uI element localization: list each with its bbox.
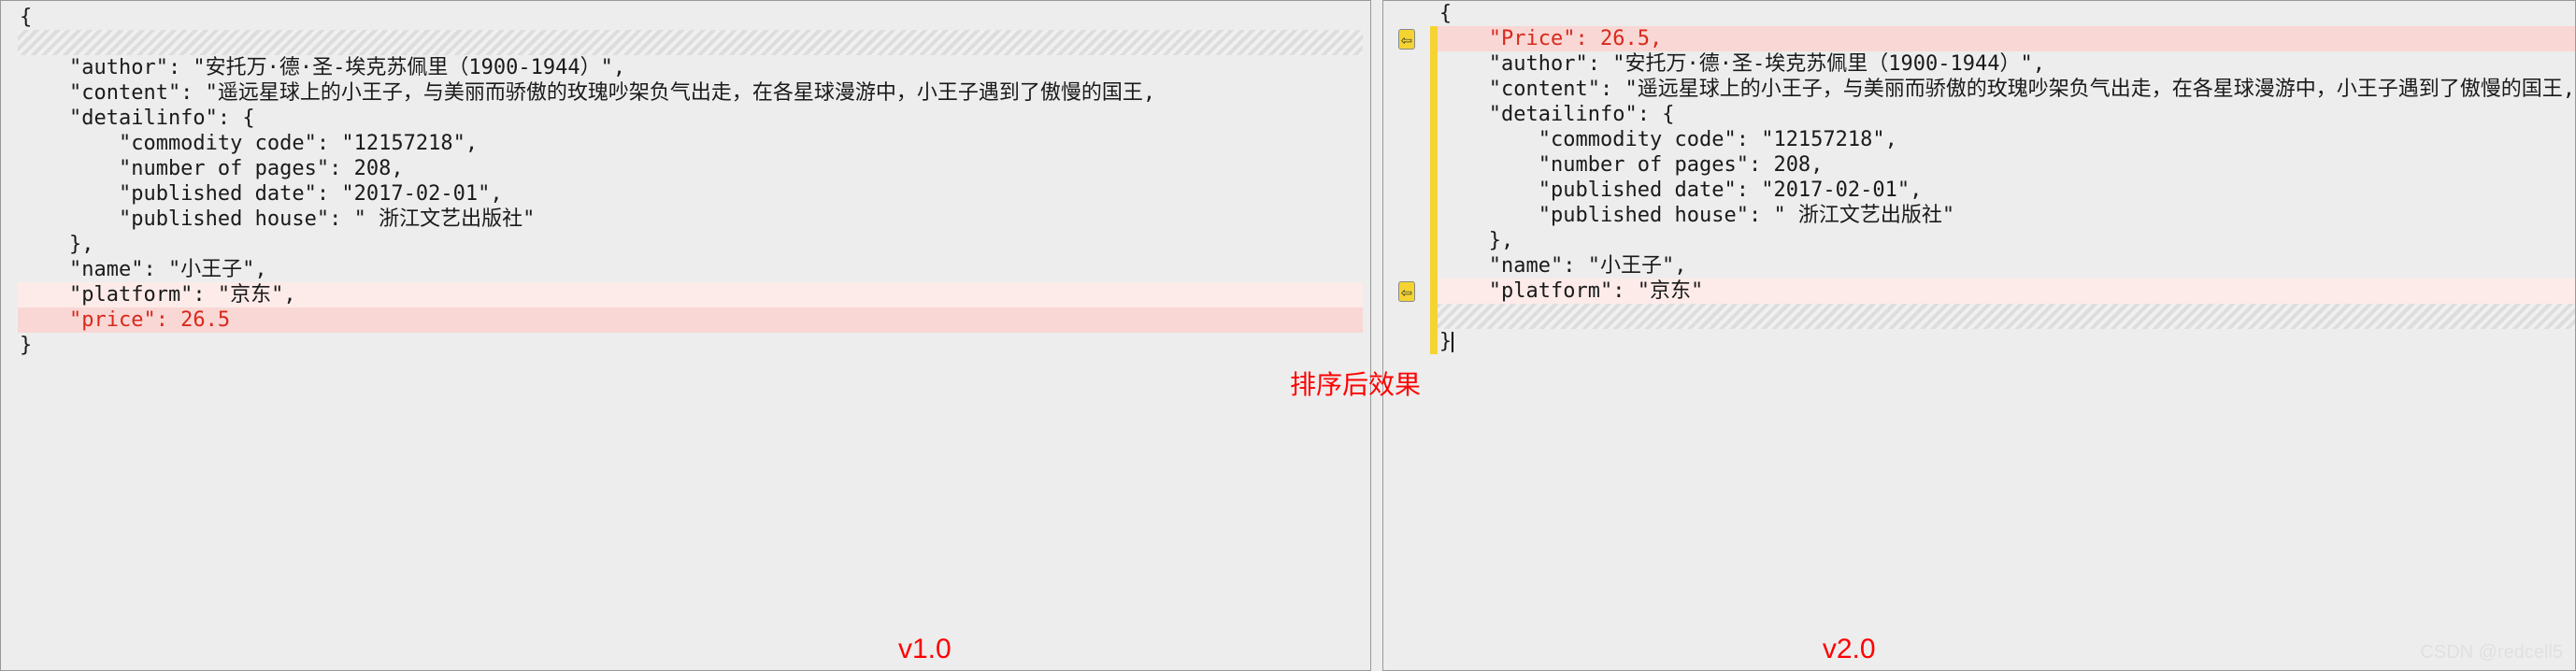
gutter [1383,329,1430,354]
right-code-area[interactable]: {⇦ "Price": 26.5, "author": "安托万·德·圣-埃克苏… [1383,1,2575,354]
left-pane: { "author": "安托万·德·圣-埃克苏佩里（1900-1944）", … [0,0,1371,671]
code-line[interactable]: "published date": "2017-02-01", [1383,178,2575,203]
code-line[interactable] [18,30,1363,55]
code-text: "price": 26.5 [18,307,1363,333]
change-bar [1430,152,1438,178]
code-line[interactable]: ⇦ "platform": "京东" [1383,278,2575,304]
caption-label: 排序后效果 [1290,364,1421,402]
change-bar [1430,329,1438,354]
code-line[interactable]: "commodity code": "12157218", [1383,127,2575,152]
gutter [1383,253,1430,278]
change-bar [1430,304,1438,329]
diff-container: { "author": "安托万·德·圣-埃克苏佩里（1900-1944）", … [0,0,2576,671]
change-bar [1430,228,1438,253]
code-text: "name": "小王子", [18,257,1363,282]
code-text: "published house": " 浙江文艺出版社" [1438,203,2575,228]
code-text: "detailinfo": { [18,106,1363,131]
code-text: }, [1438,228,2575,253]
code-text: "commodity code": "12157218", [18,131,1363,156]
code-text: { [1438,1,2575,26]
code-text: "detailinfo": { [1438,102,2575,127]
code-text: "author": "安托万·德·圣-埃克苏佩里（1900-1944）", [1438,51,2575,77]
code-text: "name": "小王子", [1438,253,2575,278]
gutter [1383,1,1430,26]
code-line[interactable]: "published house": " 浙江文艺出版社" [1383,203,2575,228]
code-text [1438,304,2575,329]
change-bar [1430,51,1438,77]
gutter [1383,102,1430,127]
change-bar [1430,278,1438,304]
code-line[interactable] [1383,304,2575,329]
code-text [18,30,1363,55]
code-text: } [1438,329,2575,354]
gutter [1383,51,1430,77]
arrow-left-icon[interactable]: ⇦ [1398,29,1415,50]
code-text: "published house": " 浙江文艺出版社" [18,207,1363,232]
code-text: "number of pages": 208, [18,156,1363,181]
gutter [1383,203,1430,228]
code-line[interactable]: "author": "安托万·德·圣-埃克苏佩里（1900-1944）", [18,55,1363,80]
code-text: "author": "安托万·德·圣-埃克苏佩里（1900-1944）", [18,55,1363,80]
code-line[interactable]: } [1383,329,2575,354]
left-version-label: v1.0 [898,634,952,665]
code-text: "commodity code": "12157218", [1438,127,2575,152]
change-bar [1430,26,1438,51]
code-line[interactable]: "detailinfo": { [1383,102,2575,127]
code-line[interactable]: { [18,5,1363,30]
gutter [1383,228,1430,253]
code-line[interactable]: "commodity code": "12157218", [18,131,1363,156]
change-bar [1430,77,1438,102]
code-text: "content": "遥远星球上的小王子，与美丽而骄傲的玫瑰吵架负气出走，在各… [1438,77,2575,102]
code-line[interactable]: }, [18,232,1363,257]
code-text: }, [18,232,1363,257]
gutter: ⇦ [1383,26,1430,51]
change-bar [1430,1,1438,26]
code-text: "number of pages": 208, [1438,152,2575,178]
code-text: } [18,333,1363,358]
change-bar [1430,253,1438,278]
code-line[interactable]: } [18,333,1363,358]
code-line[interactable]: "published date": "2017-02-01", [18,181,1363,207]
code-text: "content": "遥远星球上的小王子，与美丽而骄傲的玫瑰吵架负气出走，在各… [18,80,1363,106]
code-line[interactable]: "name": "小王子", [1383,253,2575,278]
left-code-area[interactable]: { "author": "安托万·德·圣-埃克苏佩里（1900-1944）", … [18,5,1363,358]
change-bar [1430,178,1438,203]
gutter: ⇦ [1383,278,1430,304]
arrow-left-icon[interactable]: ⇦ [1398,281,1415,302]
code-text: "published date": "2017-02-01", [1438,178,2575,203]
code-line[interactable]: "name": "小王子", [18,257,1363,282]
text-cursor [1452,332,1453,352]
code-line[interactable]: "number of pages": 208, [18,156,1363,181]
code-line[interactable]: { [1383,1,2575,26]
code-line[interactable]: "detailinfo": { [18,106,1363,131]
right-version-label: v2.0 [1823,634,1876,665]
code-text: "platform": "京东" [1438,278,2575,304]
code-text: "platform": "京东", [18,282,1363,307]
change-bar [1430,127,1438,152]
code-text: { [18,5,1363,30]
gutter [1383,152,1430,178]
code-line[interactable]: "published house": " 浙江文艺出版社" [18,207,1363,232]
code-line[interactable]: "platform": "京东", [18,282,1363,307]
gutter [1383,127,1430,152]
code-text: "Price": 26.5, [1438,26,2575,51]
code-line[interactable]: "number of pages": 208, [1383,152,2575,178]
change-bar [1430,102,1438,127]
code-line[interactable]: }, [1383,228,2575,253]
code-line[interactable]: "price": 26.5 [18,307,1363,333]
watermark-text: CSDN @redcell5 [2420,642,2563,664]
gutter [1383,178,1430,203]
change-bar [1430,203,1438,228]
code-line[interactable]: "content": "遥远星球上的小王子，与美丽而骄傲的玫瑰吵架负气出走，在各… [1383,77,2575,102]
right-pane: {⇦ "Price": 26.5, "author": "安托万·德·圣-埃克苏… [1382,0,2576,671]
code-line[interactable]: ⇦ "Price": 26.5, [1383,26,2575,51]
code-line[interactable]: "content": "遥远星球上的小王子，与美丽而骄傲的玫瑰吵架负气出走，在各… [18,80,1363,106]
gutter [1383,304,1430,329]
gutter [1383,77,1430,102]
code-text: "published date": "2017-02-01", [18,181,1363,207]
code-line[interactable]: "author": "安托万·德·圣-埃克苏佩里（1900-1944）", [1383,51,2575,77]
